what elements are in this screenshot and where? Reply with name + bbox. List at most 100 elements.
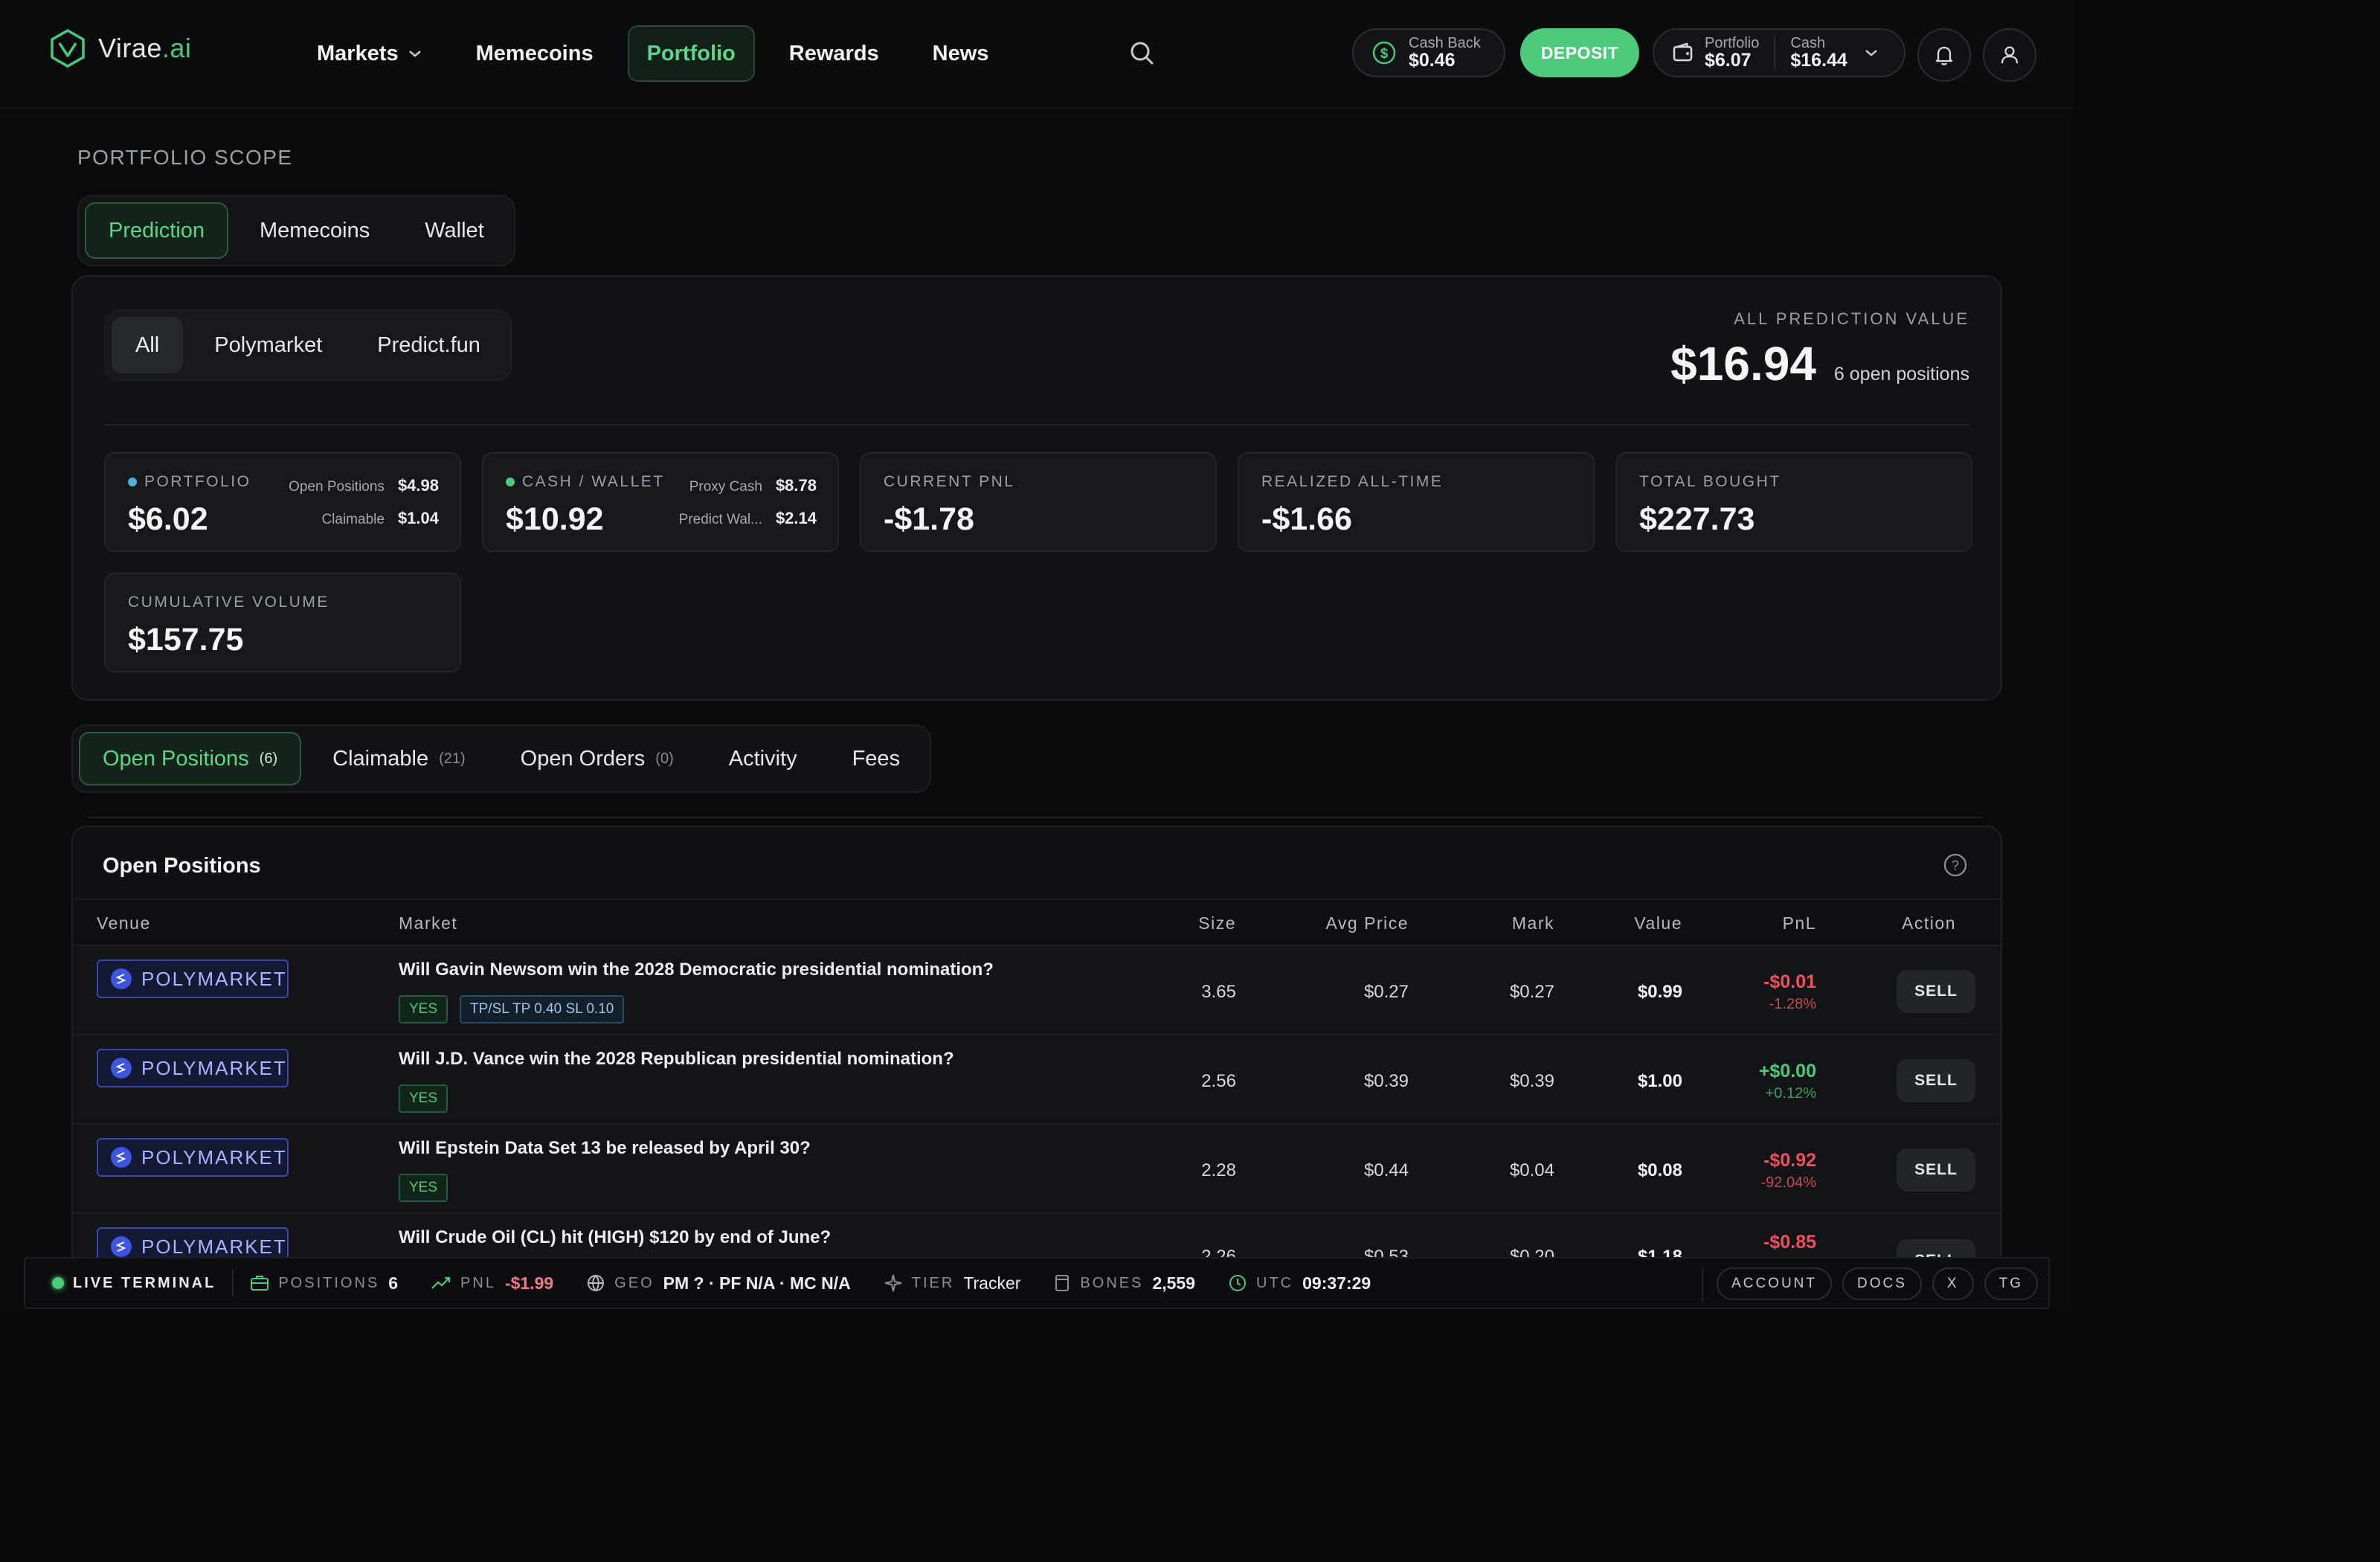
nav-markets-label: Markets: [317, 41, 399, 65]
venue-name: POLYMARKET: [141, 1235, 287, 1258]
pnl-percent: -1.28%: [1769, 996, 1816, 1012]
cashback-pill[interactable]: $ Cash Back $0.46: [1352, 28, 1505, 77]
nav-rewards-label: Rewards: [788, 41, 879, 65]
polymarket-icon: [111, 1058, 132, 1079]
tab-count: (0): [655, 750, 674, 767]
position-tags: YES TP/SL TP 0.40 SL 0.10: [399, 995, 625, 1023]
tab-open-positions[interactable]: Open Positions (6): [79, 732, 302, 785]
positions-key: POSITIONS: [278, 1274, 380, 1291]
x-link[interactable]: X: [1932, 1267, 1974, 1300]
source-polymarket[interactable]: Polymarket: [190, 317, 346, 373]
brand-logo[interactable]: Virae.ai: [49, 28, 191, 68]
breakdown-value: $1.04: [397, 509, 439, 527]
card-cash-label-text: CASH / WALLET: [522, 473, 665, 490]
open-positions-table: Open Positions ? Venue Market Size Avg P…: [71, 826, 2002, 1309]
nav-rewards[interactable]: Rewards: [770, 25, 898, 82]
brand-name: Virae.ai: [98, 33, 192, 63]
sell-button[interactable]: SELL: [1897, 1148, 1975, 1192]
status-geo: GEO PM ? · PF N/A · MC N/A: [570, 1259, 867, 1308]
market-question[interactable]: Will Crude Oil (CL) hit (HIGH) $120 by e…: [399, 1227, 831, 1248]
nav-news[interactable]: News: [913, 25, 1009, 82]
cell-value: $0.99: [1637, 982, 1682, 1002]
chevron-down-icon: [1865, 50, 1877, 57]
cell-pnl: -$0.85: [1763, 1232, 1816, 1253]
cell-avg-price: $0.39: [1363, 1071, 1409, 1091]
column-venue[interactable]: Venue: [97, 913, 151, 933]
column-size[interactable]: Size: [1198, 913, 1236, 933]
account-button[interactable]: [1983, 28, 2036, 82]
card-portfolio-label-text: PORTFOLIO: [144, 473, 251, 490]
pnl-amount: -$0.01: [1763, 971, 1816, 992]
search-icon[interactable]: [1128, 39, 1157, 68]
tab-activity[interactable]: Activity: [705, 732, 821, 785]
status-dot: [128, 478, 137, 486]
tab-label: Claimable: [332, 746, 429, 771]
tab-label: Open Positions: [103, 746, 249, 771]
market-question[interactable]: Will Gavin Newsom win the 2028 Democrati…: [399, 960, 994, 980]
source-all[interactable]: All: [112, 317, 184, 373]
user-icon: [2001, 46, 2019, 64]
status-pnl: PNL -$1.99: [414, 1259, 570, 1308]
geo-key: GEO: [614, 1274, 654, 1291]
cell-size: 2.56: [1201, 1071, 1236, 1091]
column-value[interactable]: Value: [1634, 913, 1682, 933]
breakdown-value: $4.98: [397, 476, 439, 495]
column-avg-price[interactable]: Avg Price: [1325, 913, 1409, 933]
pnl-value: -$1.99: [504, 1273, 554, 1293]
tab-label: Open Orders: [520, 746, 646, 771]
nav-portfolio[interactable]: Portfolio: [627, 25, 755, 82]
cell-value: $1.00: [1637, 1071, 1682, 1091]
sell-button[interactable]: SELL: [1897, 970, 1975, 1013]
table-header: Venue Market Size Avg Price Mark Value P…: [73, 899, 2001, 946]
pnl-amount: -$0.92: [1763, 1150, 1816, 1171]
position-tags: YES: [399, 1174, 448, 1202]
venue-badge: POLYMARKET: [97, 960, 289, 998]
telegram-link[interactable]: TG: [1984, 1267, 2038, 1300]
tab-count: (21): [439, 750, 466, 767]
cell-avg-price: $0.27: [1363, 982, 1409, 1002]
table-row[interactable]: POLYMARKET Will Gavin Newsom win the 202…: [73, 946, 2001, 1035]
nav-memecoins[interactable]: Memecoins: [457, 25, 613, 82]
source-predictfun[interactable]: Predict.fun: [353, 317, 504, 373]
polymarket-icon: [111, 968, 132, 989]
table-row[interactable]: POLYMARKET Will Epstein Data Set 13 be r…: [73, 1125, 2001, 1214]
deposit-button[interactable]: DEPOSIT: [1520, 28, 1639, 77]
tab-fees[interactable]: Fees: [829, 732, 924, 785]
tab-open-orders[interactable]: Open Orders (0): [497, 732, 698, 785]
scope-prediction[interactable]: Prediction: [85, 202, 228, 259]
cashback-label: Cash Back: [1409, 35, 1481, 51]
scope-wallet[interactable]: Wallet: [401, 202, 508, 259]
live-terminal-label: LIVE TERMINAL: [73, 1274, 216, 1291]
all-prediction-value: $16.94 6 open positions: [1670, 336, 1969, 391]
notifications-button[interactable]: [1917, 28, 1971, 82]
live-dot-icon: [52, 1277, 64, 1289]
column-pnl[interactable]: PnL: [1783, 913, 1816, 933]
column-market[interactable]: Market: [399, 913, 457, 933]
balances-dropdown[interactable]: Portfolio $6.07 Cash $16.44: [1653, 28, 1905, 77]
scope-memecoins[interactable]: Memecoins: [236, 202, 393, 259]
cell-pnl: +$0.00 +0.12%: [1759, 1061, 1816, 1102]
tier-value: Tracker: [963, 1273, 1021, 1293]
column-mark[interactable]: Mark: [1512, 913, 1554, 933]
column-action[interactable]: Action: [1902, 913, 1956, 933]
tab-claimable[interactable]: Claimable (21): [309, 732, 489, 785]
chevron-down-icon: [408, 51, 421, 57]
outcome-badge: YES: [399, 1174, 448, 1202]
sell-button[interactable]: SELL: [1897, 1059, 1975, 1102]
venue-badge: POLYMARKET: [97, 1138, 289, 1177]
help-icon[interactable]: ?: [1943, 852, 1968, 878]
docs-link[interactable]: DOCS: [1842, 1267, 1922, 1300]
card-cash-breakdown: Proxy Cash $8.78 Predict Wal... $2.14: [679, 476, 817, 528]
market-question[interactable]: Will Epstein Data Set 13 be released by …: [399, 1138, 811, 1159]
market-question[interactable]: Will J.D. Vance win the 2028 Republican …: [399, 1049, 954, 1070]
breakdown-value: $2.14: [775, 509, 817, 527]
positions-value: 6: [388, 1273, 399, 1293]
card-total-bought-value: $227.73: [1639, 501, 1755, 537]
table-row[interactable]: POLYMARKET Will J.D. Vance win the 2028 …: [73, 1035, 2001, 1125]
cash-label: Cash: [1790, 35, 1826, 51]
tpsl-badge: TP/SL TP 0.40 SL 0.10: [460, 995, 625, 1023]
svg-text:?: ?: [1952, 858, 1959, 873]
nav-markets[interactable]: Markets: [298, 25, 442, 82]
geo-value: PM ? · PF N/A · MC N/A: [663, 1273, 851, 1293]
account-link[interactable]: ACCOUNT: [1717, 1267, 1833, 1300]
